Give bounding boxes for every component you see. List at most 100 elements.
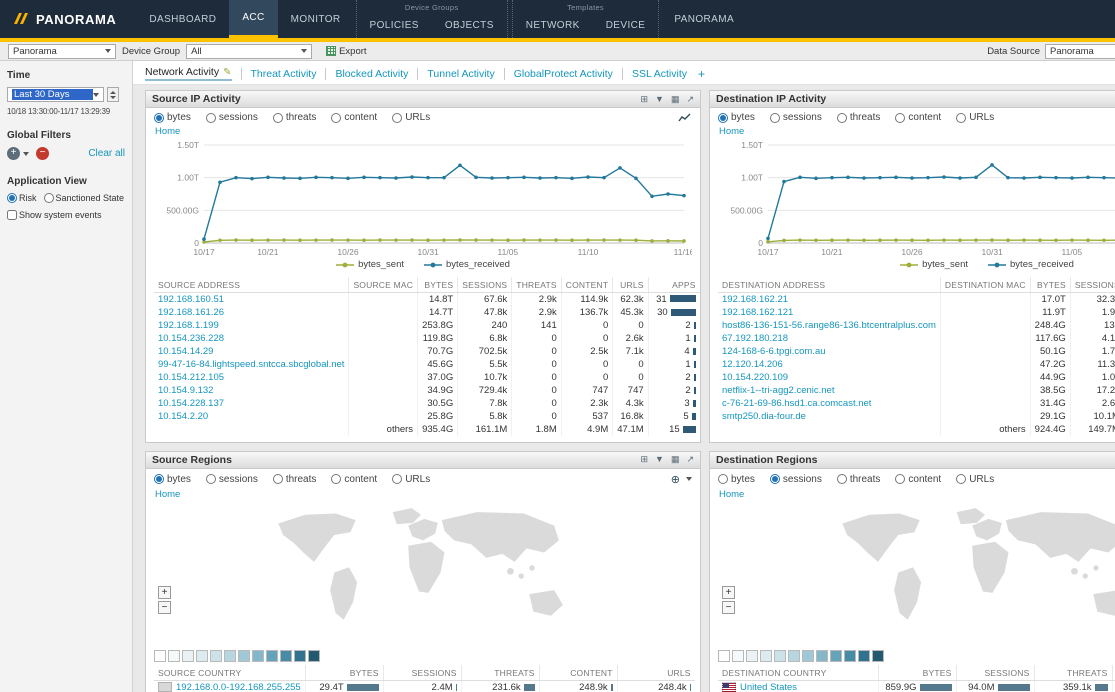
column-header[interactable]: THREATS (1034, 665, 1112, 681)
column-header[interactable]: DESTINATION COUNTRY (718, 665, 878, 681)
metric-radio-bytes[interactable]: bytes (718, 112, 755, 123)
tab-network-activity[interactable]: Network Activity✎ (145, 66, 232, 81)
breadcrumb-home[interactable]: Home (155, 489, 180, 500)
column-header[interactable]: SESSIONS (1070, 277, 1115, 293)
address-link[interactable]: host86-136-151-56.range86-136.btcentralp… (722, 320, 936, 331)
column-header[interactable]: BYTES (878, 665, 956, 681)
metric-radio-urls[interactable]: URLs (392, 474, 430, 485)
zoom-in-button[interactable]: + (722, 586, 735, 599)
address-link[interactable]: c-76-21-69-86.hsd1.ca.comcast.net (722, 398, 871, 409)
column-header[interactable]: DESTINATION ADDRESS (718, 277, 940, 293)
export-button[interactable]: Export (326, 46, 366, 57)
column-header[interactable]: SESSIONS (458, 277, 512, 293)
metric-radio-bytes[interactable]: bytes (154, 112, 191, 123)
column-header[interactable]: SESSIONS (956, 665, 1034, 681)
context-select[interactable]: Panorama (8, 44, 116, 59)
maximize-icon[interactable]: ⊞ (640, 95, 648, 104)
column-header[interactable]: SOURCE COUNTRY (154, 665, 305, 681)
metric-radio-threats[interactable]: threats (837, 112, 881, 123)
popout-icon[interactable]: ↗ (686, 455, 694, 464)
address-link[interactable]: 67.192.180.218 (722, 333, 788, 344)
data-source-select[interactable]: Panorama (1045, 44, 1115, 59)
breadcrumb-home[interactable]: Home (719, 489, 744, 500)
sanctioned-state-radio[interactable]: Sanctioned State (44, 193, 125, 203)
column-header[interactable]: THREATS (461, 665, 539, 681)
chevron-down-icon[interactable] (686, 477, 692, 481)
metric-radio-sessions[interactable]: sessions (206, 474, 258, 485)
country-link[interactable]: 192.168.0.0-192.168.255.255 (176, 682, 301, 692)
edit-tab-icon[interactable]: ✎ (223, 67, 231, 78)
tab-threat-activity[interactable]: Threat Activity (241, 68, 317, 80)
nav-network[interactable]: NETWORK (513, 12, 593, 38)
nav-device[interactable]: DEVICE (593, 12, 659, 38)
column-header[interactable]: DESTINATION MAC (940, 277, 1030, 293)
table-view-icon[interactable]: ▦ (671, 95, 680, 104)
address-link[interactable]: 10.154.236.228 (158, 333, 224, 344)
column-header[interactable]: BYTES (1030, 277, 1070, 293)
address-link[interactable]: 10.154.9.132 (158, 385, 213, 396)
address-link[interactable]: 10.154.212.105 (158, 372, 224, 383)
metric-radio-sessions[interactable]: sessions (206, 112, 258, 123)
popout-icon[interactable]: ↗ (686, 95, 694, 104)
nav-acc[interactable]: ACC (229, 0, 277, 38)
destination-regions-map[interactable]: + − (718, 500, 1115, 648)
column-header[interactable]: THREATS (512, 277, 561, 293)
filter-icon[interactable]: ▼ (655, 95, 664, 104)
column-header[interactable]: BYTES (305, 665, 383, 681)
filter-icon[interactable]: ▼ (655, 455, 664, 464)
zoom-out-button[interactable]: − (158, 601, 171, 614)
column-header[interactable]: CONTENT (561, 277, 612, 293)
tab-ssl-activity[interactable]: SSL Activity (622, 68, 687, 80)
address-link[interactable]: 192.168.162.121 (722, 307, 793, 318)
address-link[interactable]: 10.154.228.137 (158, 398, 224, 409)
address-link[interactable]: 192.168.160.51 (158, 294, 224, 305)
metric-radio-threats[interactable]: threats (837, 474, 881, 485)
address-link[interactable]: 99-47-16-84.lightspeed.sntcca.sbcglobal.… (158, 359, 344, 370)
address-link[interactable]: 124-168-6-6.tpgi.com.au (722, 346, 826, 357)
address-link[interactable]: 10.154.14.29 (158, 346, 213, 357)
tab-tunnel-activity[interactable]: Tunnel Activity (417, 68, 494, 80)
column-header[interactable]: URLS (613, 277, 648, 293)
metric-radio-bytes[interactable]: bytes (718, 474, 755, 485)
nav-panorama[interactable]: PANORAMA (661, 0, 747, 38)
tab-globalprotect-activity[interactable]: GlobalProtect Activity (504, 68, 613, 80)
maximize-icon[interactable]: ⊞ (640, 455, 648, 464)
show-system-events-checkbox[interactable]: Show system events (7, 210, 102, 220)
metric-radio-threats[interactable]: threats (273, 112, 317, 123)
device-group-select[interactable]: All (186, 44, 312, 59)
column-header[interactable]: BYTES (418, 277, 458, 293)
chart-jump-icon[interactable] (678, 113, 692, 123)
column-header[interactable]: URLS (617, 665, 695, 681)
chevron-down-icon[interactable] (23, 152, 29, 156)
zoom-out-button[interactable]: − (722, 601, 735, 614)
tab-blocked-activity[interactable]: Blocked Activity (325, 68, 408, 80)
metric-radio-sessions[interactable]: sessions (770, 474, 822, 485)
nav-policies[interactable]: POLICIES (357, 12, 432, 38)
clear-all-link[interactable]: Clear all (88, 148, 125, 159)
source-regions-map[interactable]: + − (154, 500, 692, 648)
address-link[interactable]: 10.154.2.20 (158, 411, 208, 422)
metric-radio-sessions[interactable]: sessions (770, 112, 822, 123)
column-header[interactable]: SESSIONS (383, 665, 461, 681)
column-header[interactable]: SOURCE ADDRESS (154, 277, 349, 293)
nav-objects[interactable]: OBJECTS (432, 12, 507, 38)
metric-radio-urls[interactable]: URLs (392, 112, 430, 123)
metric-radio-content[interactable]: content (331, 474, 377, 485)
column-header[interactable]: APPS (648, 277, 700, 293)
nav-dashboard[interactable]: DASHBOARD (136, 0, 229, 38)
breadcrumb-home[interactable]: Home (155, 126, 180, 137)
address-link[interactable]: 192.168.162.21 (722, 294, 788, 305)
metric-radio-urls[interactable]: URLs (956, 474, 994, 485)
column-header[interactable]: CONTENT (539, 665, 617, 681)
address-link[interactable]: 10.154.220.109 (722, 372, 788, 383)
metric-radio-content[interactable]: content (895, 474, 941, 485)
world-map[interactable] (154, 500, 692, 648)
remove-filter-icon[interactable]: − (36, 147, 49, 160)
time-range-select[interactable]: Last 30 Days (7, 87, 104, 102)
address-link[interactable]: 12.120.14.206 (722, 359, 783, 370)
metric-radio-threats[interactable]: threats (273, 474, 317, 485)
address-link[interactable]: netflix-1--tri-agg2.cenic.net (722, 385, 834, 396)
time-stepper[interactable] (107, 87, 119, 102)
metric-radio-bytes[interactable]: bytes (154, 474, 191, 485)
nav-monitor[interactable]: MONITOR (278, 0, 354, 38)
